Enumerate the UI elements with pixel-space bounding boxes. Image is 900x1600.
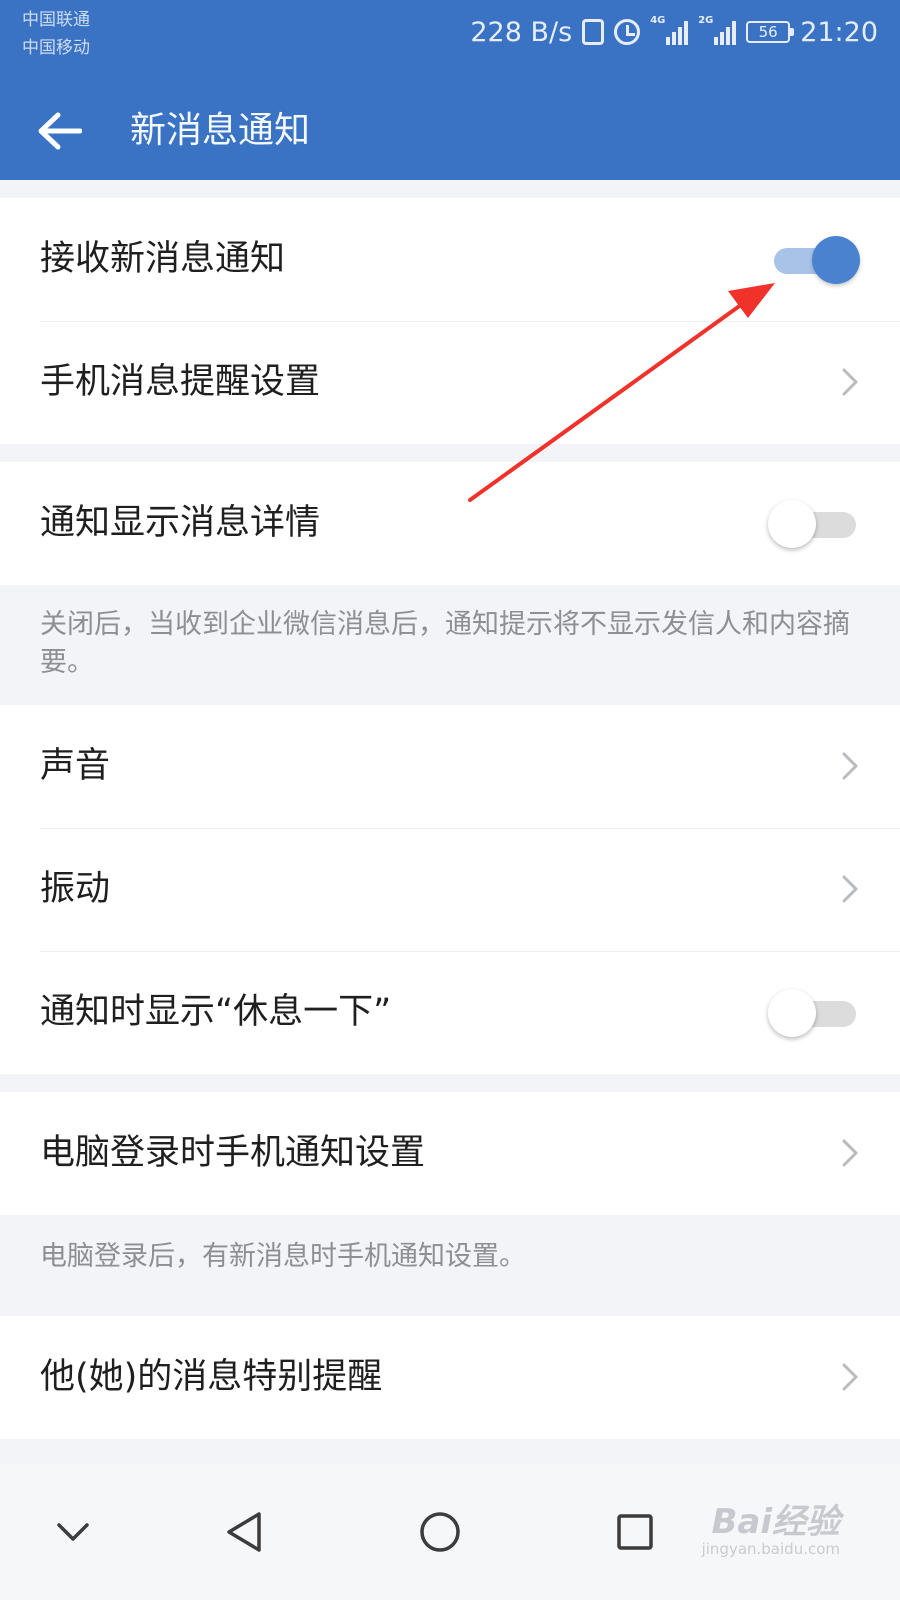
toggle-knob [812, 236, 860, 284]
status-icons: 228 B/s 4G 2G 56 21:20 [470, 12, 878, 52]
settings-group-4: 电脑登录时手机通知设置 [0, 1092, 900, 1215]
chevron-right-icon [842, 752, 858, 780]
watermark-url: jingyan.baidu.com [701, 1540, 840, 1558]
chevron-right-icon [842, 875, 858, 903]
special-reminder-row[interactable]: 他(她)的消息特别提醒 [0, 1316, 900, 1439]
baidu-jingyan-watermark: Bai经验 jingyan.baidu.com [670, 1494, 840, 1574]
show-break-row[interactable]: 通知时显示“休息一下” [0, 951, 900, 1074]
clock: 21:20 [800, 16, 878, 48]
receive-notifications-toggle[interactable] [768, 236, 860, 284]
settings-group-2: 通知显示消息详情 [0, 462, 900, 585]
arrow-left-icon [38, 112, 82, 150]
signal-4g-icon: 4G [650, 15, 689, 45]
system-nav-bar: Bai经验 jingyan.baidu.com [0, 1464, 900, 1600]
pc-login-label: 电脑登录时手机通知设置 [40, 1133, 426, 1173]
hide-keyboard-button[interactable] [28, 1490, 118, 1574]
network-speed: 228 B/s [470, 16, 573, 48]
settings-group-3: 声音 振动 通知时显示“休息一下” [0, 705, 900, 1074]
home-circle-icon [420, 1512, 460, 1552]
receive-notifications-row[interactable]: 接收新消息通知 [0, 198, 900, 321]
show-details-label: 通知显示消息详情 [40, 503, 321, 543]
recents-nav-button[interactable] [590, 1490, 680, 1574]
chevron-right-icon [842, 1363, 858, 1391]
watermark-logo: Bai经验 [711, 1502, 840, 1542]
battery-icon: 56 [746, 21, 795, 43]
phone-reminder-row[interactable]: 手机消息提醒设置 [0, 321, 900, 444]
vibration-label: 振动 [40, 869, 111, 909]
back-nav-button[interactable] [200, 1490, 290, 1574]
carrier-names: 中国联通 中国移动 [22, 6, 90, 62]
chevron-right-icon [842, 368, 858, 396]
toggle-knob [768, 500, 816, 548]
status-bar: 中国联通 中国移动 228 B/s 4G 2G 56 21:20 [0, 0, 900, 82]
toggle-knob [768, 989, 816, 1037]
settings-group-1: 接收新消息通知 手机消息提醒设置 [0, 198, 900, 444]
sound-row[interactable]: 声音 [0, 705, 900, 828]
page-title: 新消息通知 [130, 110, 311, 151]
app-header: 新消息通知 [0, 82, 900, 180]
special-reminder-label: 他(她)的消息特别提醒 [40, 1357, 383, 1397]
phone-reminder-label: 手机消息提醒设置 [40, 362, 321, 402]
chevron-down-icon [57, 1523, 89, 1541]
show-details-note: 关闭后，当收到企业微信消息后，通知提示将不显示发信人和内容摘要。 [40, 609, 850, 678]
pc-login-note: 电脑登录后，有新消息时手机通知设置。 [40, 1241, 526, 1272]
show-details-toggle[interactable] [768, 500, 860, 548]
vibrate-icon [582, 19, 605, 45]
show-break-toggle[interactable] [768, 989, 860, 1037]
vibration-row[interactable]: 振动 [0, 828, 900, 951]
alarm-icon [614, 19, 641, 45]
show-break-label: 通知时显示“休息一下” [40, 992, 392, 1032]
pc-login-row[interactable]: 电脑登录时手机通知设置 [0, 1092, 900, 1215]
back-button[interactable] [24, 96, 94, 166]
chevron-right-icon [842, 1139, 858, 1167]
settings-group-5: 他(她)的消息特别提醒 [0, 1316, 900, 1439]
signal-2g-icon: 2G [698, 15, 737, 45]
carrier-1: 中国联通 [22, 10, 90, 30]
home-nav-button[interactable] [395, 1490, 485, 1574]
recents-square-icon [617, 1514, 653, 1550]
carrier-2: 中国移动 [22, 38, 90, 58]
show-details-row[interactable]: 通知显示消息详情 [0, 462, 900, 585]
sound-label: 声音 [40, 746, 111, 786]
receive-notifications-label: 接收新消息通知 [40, 239, 286, 279]
back-triangle-icon [227, 1512, 261, 1552]
